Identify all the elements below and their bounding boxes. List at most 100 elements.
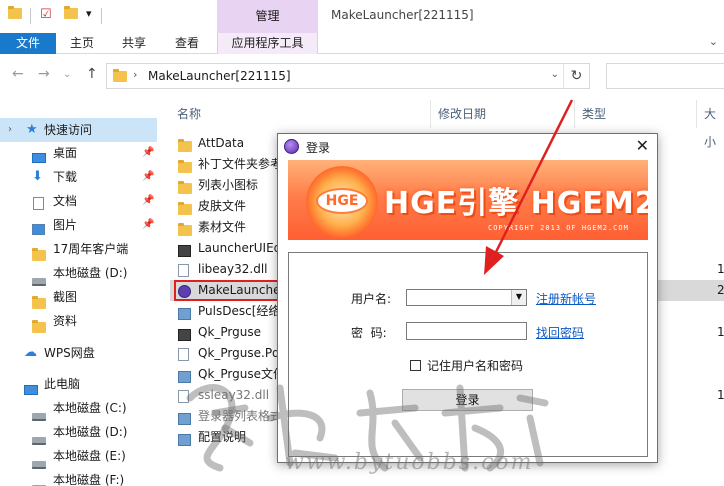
nav-label: 17周年客户端 [53, 242, 129, 256]
divider [30, 8, 31, 24]
navigation-pane: › ★ 快速访问 桌面 📌 ⬇ 下载 📌 文档 📌 图片 📌 17周年客户端 本… [0, 98, 157, 486]
column-divider[interactable] [696, 100, 697, 128]
tab-view[interactable]: 查看 [163, 33, 211, 54]
window-title: MakeLauncher[221115] [331, 8, 474, 22]
watermark-url: www.bytuobbs.com [285, 450, 534, 475]
file-name: AttData [198, 136, 245, 150]
nav-label: 图片 [53, 218, 78, 232]
dialog-title-bar[interactable]: 登录 ✕ [278, 134, 657, 160]
nav-drive-f[interactable]: 本地磁盘 (F:) [0, 468, 157, 486]
expand-chevron-icon[interactable]: › [8, 118, 12, 142]
address-path: MakeLauncher[221115] [148, 69, 291, 83]
column-divider[interactable] [574, 100, 575, 128]
search-input[interactable] [606, 63, 724, 89]
forward-icon[interactable]: → [38, 66, 50, 82]
file-size: 1 [717, 388, 724, 402]
register-link[interactable]: 注册新帐号 [536, 290, 596, 307]
refresh-icon[interactable]: ↻ [563, 64, 589, 88]
address-dropdown-icon[interactable]: ⌄ [551, 69, 559, 80]
image-file-icon [178, 432, 191, 453]
nav-quick-access[interactable]: › ★ 快速访问 [0, 118, 157, 142]
password-label: 密 码: [351, 326, 387, 340]
column-divider[interactable] [430, 100, 431, 128]
login-dialog: 登录 ✕ HGE HGE引擎 HGEM2 COPYRIGHT 2013 OF H… [277, 133, 658, 463]
breadcrumb-chevron-icon[interactable]: › [133, 68, 137, 81]
username-combobox[interactable]: ▼ [406, 289, 527, 306]
divider [101, 8, 102, 24]
cloud-icon: ☁ [24, 345, 37, 360]
screen: ☑ ▾ 管理 MakeLauncher[221115] 文件 主页 共享 查看 … [0, 0, 724, 486]
address-bar[interactable]: › MakeLauncher[221115] ⌄ ↻ [106, 63, 590, 89]
chevron-down-icon[interactable]: ▼ [511, 290, 526, 305]
password-field[interactable] [406, 322, 527, 340]
highlight-box [174, 280, 282, 301]
nav-drive-d[interactable]: 本地磁盘 (D:) [0, 420, 157, 445]
column-header-type[interactable]: 类型 [582, 100, 606, 128]
banner-copyright: COPYRIGHT 2013 OF HGEM2.COM [488, 224, 629, 232]
title-bar: ☑ ▾ 管理 MakeLauncher[221115] [0, 0, 724, 33]
remember-label: 记住用户名和密码 [427, 359, 524, 373]
nav-label: 截图 [53, 290, 78, 304]
column-header-date[interactable]: 修改日期 [438, 100, 486, 128]
file-name: LauncherUIEdi [198, 241, 285, 255]
nav-label: 文档 [53, 194, 78, 208]
nav-label: 本地磁盘 (C:) [53, 401, 127, 415]
nav-item-drive-d[interactable]: 本地磁盘 (D:) [0, 261, 157, 286]
username-label: 用户名: [351, 292, 392, 306]
nav-drive-c[interactable]: 本地磁盘 (C:) [0, 396, 157, 421]
manage-tab[interactable]: 管理 [217, 0, 318, 33]
file-name: 列表小图标 [198, 178, 259, 192]
folder-icon [32, 317, 46, 341]
star-icon: ★ [26, 122, 38, 137]
nav-label: 本地磁盘 (D:) [53, 425, 128, 439]
nav-item-materials[interactable]: 资料 [0, 309, 157, 333]
hge-logo: HGE [316, 188, 368, 214]
nav-label: 本地磁盘 (F:) [53, 473, 125, 486]
nav-label: 下载 [53, 170, 78, 184]
back-icon[interactable]: ← [12, 66, 24, 82]
expand-ribbon-icon[interactable]: ⌄ [709, 35, 718, 48]
pin-icon: 📌 [142, 171, 155, 182]
recent-dropdown-icon[interactable]: ⌄ [63, 69, 71, 80]
nav-label: 本地磁盘 (E:) [53, 449, 126, 463]
file-name: PulsDesc[经络 [198, 304, 281, 318]
nav-wps-cloud[interactable]: ☁ WPS网盘 [0, 341, 157, 365]
file-name: Qk_Prguse.Pdz [198, 346, 286, 360]
nav-item-17th-client[interactable]: 17周年客户端 [0, 237, 157, 261]
tab-file[interactable]: 文件 [0, 33, 56, 54]
recover-password-link[interactable]: 找回密码 [536, 324, 584, 341]
nav-item-downloads[interactable]: ⬇ 下载 📌 [0, 165, 157, 189]
pin-icon: 📌 [142, 147, 155, 158]
customize-dropdown-icon[interactable]: ▾ [86, 7, 100, 21]
nav-item-documents[interactable]: 文档 📌 [0, 189, 157, 213]
file-name: 皮肤文件 [198, 199, 247, 213]
nav-this-pc[interactable]: 此电脑 [0, 372, 157, 396]
dialog-title: 登录 [306, 141, 331, 155]
nav-label: 桌面 [53, 146, 78, 160]
tab-share[interactable]: 共享 [110, 33, 158, 54]
column-header-name[interactable]: 名称 [177, 100, 201, 128]
tab-application-tools[interactable]: 应用程序工具 [217, 33, 318, 54]
new-folder-icon[interactable] [64, 6, 78, 22]
nav-label: WPS网盘 [44, 346, 95, 360]
login-button[interactable]: 登录 [402, 389, 533, 411]
properties-icon[interactable]: ☑ [40, 7, 54, 22]
nav-drive-e[interactable]: 本地磁盘 (E:) [0, 444, 157, 469]
nav-label: 快速访问 [44, 123, 93, 137]
up-icon[interactable]: ↑ [86, 66, 98, 82]
login-form: 用户名: ▼ 注册新帐号 密 码: 找回密码 记住用户名和密码 登录 [288, 252, 648, 457]
nav-item-desktop[interactable]: 桌面 📌 [0, 141, 157, 165]
folder-icon[interactable] [8, 6, 22, 22]
tab-home[interactable]: 主页 [58, 33, 106, 54]
column-header-size[interactable]: 大小 [704, 100, 724, 149]
nav-item-pictures[interactable]: 图片 📌 [0, 213, 157, 237]
drive-icon [32, 477, 46, 486]
file-size: 2 [717, 283, 724, 297]
remember-checkbox[interactable] [410, 360, 421, 371]
pin-icon: 📌 [142, 219, 155, 230]
file-name: 素材文件 [198, 220, 247, 234]
file-name: 配置说明 [198, 430, 247, 444]
close-icon[interactable]: ✕ [636, 136, 649, 155]
nav-label: 资料 [53, 314, 78, 328]
nav-item-screenshots[interactable]: 截图 [0, 285, 157, 309]
